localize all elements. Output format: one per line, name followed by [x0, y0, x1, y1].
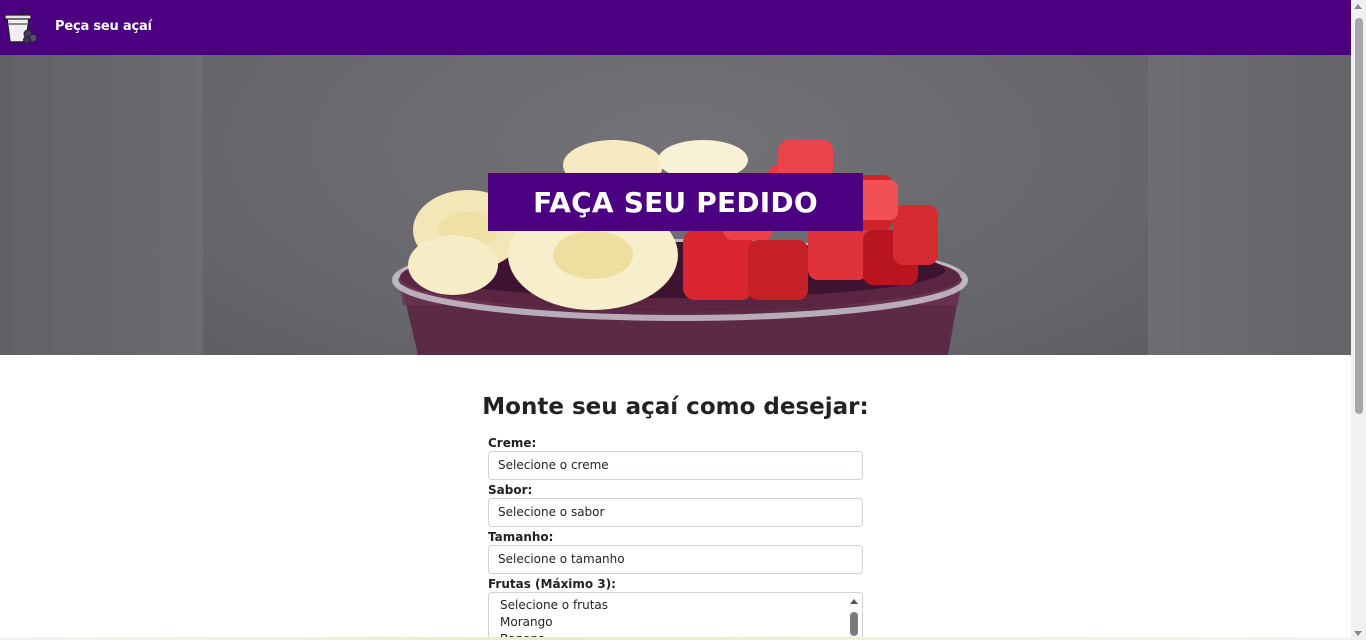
frutas-option[interactable]: Selecione o frutas [489, 597, 862, 614]
scroll-up-arrow-icon[interactable] [850, 599, 858, 604]
page-scrollbar[interactable] [1351, 0, 1366, 640]
page: Peça seu açaí FAÇA SEU PEDIDO Monte seu … [0, 0, 1351, 640]
hero-carousel: FAÇA SEU PEDIDO [0, 55, 1351, 355]
creme-select[interactable]: Selecione o creme [488, 451, 863, 480]
hero-title: FAÇA SEU PEDIDO [533, 185, 818, 219]
tamanho-label: Tamanho: [488, 530, 554, 544]
form-title: Monte seu açaí como desejar: [482, 394, 869, 420]
creme-label: Creme: [488, 436, 537, 450]
tamanho-select[interactable]: Selecione o tamanho [488, 545, 863, 574]
sabor-select[interactable]: Selecione o sabor [488, 498, 863, 527]
page-scroll-thumb[interactable] [1355, 18, 1363, 414]
navbar: Peça seu açaí [0, 0, 1351, 55]
frutas-label: Frutas (Máximo 3): [488, 577, 616, 591]
frutas-option[interactable]: Morango [489, 614, 862, 631]
scroll-up-arrow-icon[interactable] [1354, 4, 1362, 9]
frutas-scrollbar[interactable] [848, 593, 860, 640]
sabor-label: Sabor: [488, 483, 533, 497]
order-form: Creme: Selecione o creme Sabor: Selecion… [488, 435, 863, 640]
frutas-multiselect[interactable]: Selecione o frutas Morango Banana [488, 592, 863, 640]
brand-link[interactable]: Peça seu açaí [55, 19, 152, 34]
scroll-down-arrow-icon[interactable] [1354, 631, 1362, 636]
hero-title-box: FAÇA SEU PEDIDO [488, 173, 863, 231]
carousel-prev-slide[interactable] [0, 55, 203, 355]
acai-cup-icon[interactable] [2, 8, 40, 46]
frutas-scroll-thumb[interactable] [850, 612, 858, 636]
carousel-next-slide[interactable] [1148, 55, 1351, 355]
